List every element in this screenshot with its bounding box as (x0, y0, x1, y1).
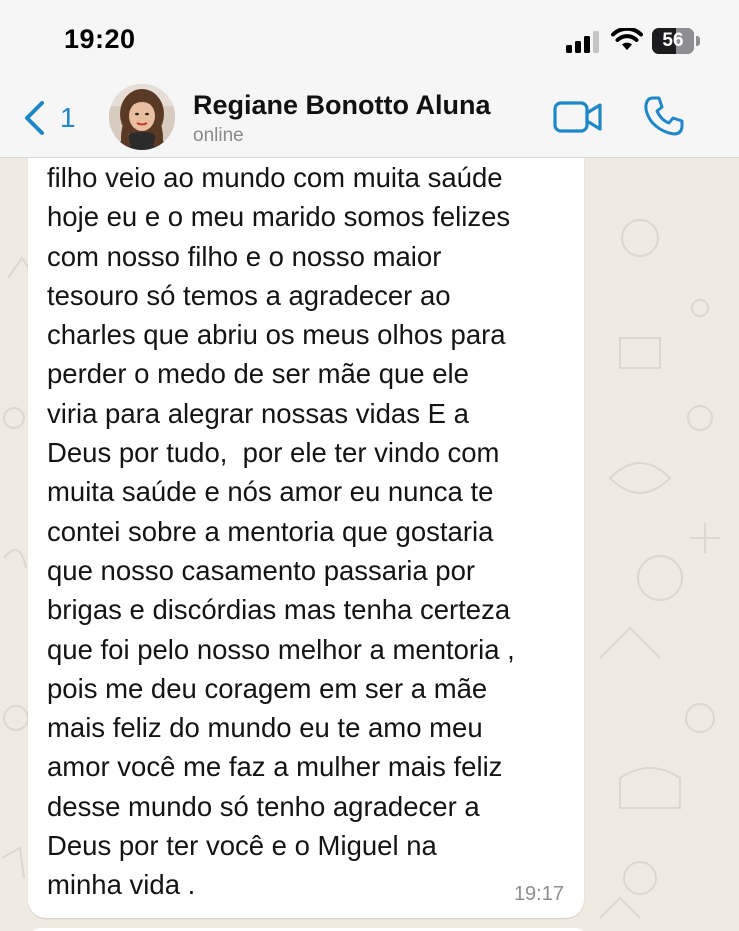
avatar-photo (109, 84, 175, 150)
status-bar: 19:20 56 (0, 0, 739, 78)
video-call-button[interactable] (552, 97, 604, 137)
voice-call-button[interactable] (642, 94, 686, 138)
battery-body: 56 (652, 28, 694, 54)
contact-status: online (193, 125, 244, 146)
signal-icon (566, 31, 599, 53)
unread-count: 1 (60, 102, 76, 133)
chat-area[interactable]: filho veio ao mundo com muita saúde hoje… (0, 158, 739, 931)
back-button[interactable]: 1 (18, 96, 88, 140)
battery-tip (696, 36, 700, 46)
status-time: 19:20 (64, 24, 136, 54)
message-bubble[interactable]: filho veio ao mundo com muita saúde hoje… (28, 158, 584, 918)
contact-name[interactable]: Regiane Bonotto Aluna (193, 90, 491, 121)
battery-level: 56 (662, 30, 684, 51)
wifi-icon (611, 28, 643, 50)
chat-header: 1 Regiane Bonotto Aluna online (0, 78, 739, 158)
phone-icon (644, 96, 684, 136)
battery-icon: 56 (652, 28, 702, 54)
chevron-left-icon (25, 101, 44, 135)
video-camera-icon (553, 101, 602, 133)
avatar[interactable] (109, 84, 175, 150)
message-timestamp: 19:17 (513, 883, 564, 905)
message-text: filho veio ao mundo com muita saúde hoje… (47, 162, 515, 901)
